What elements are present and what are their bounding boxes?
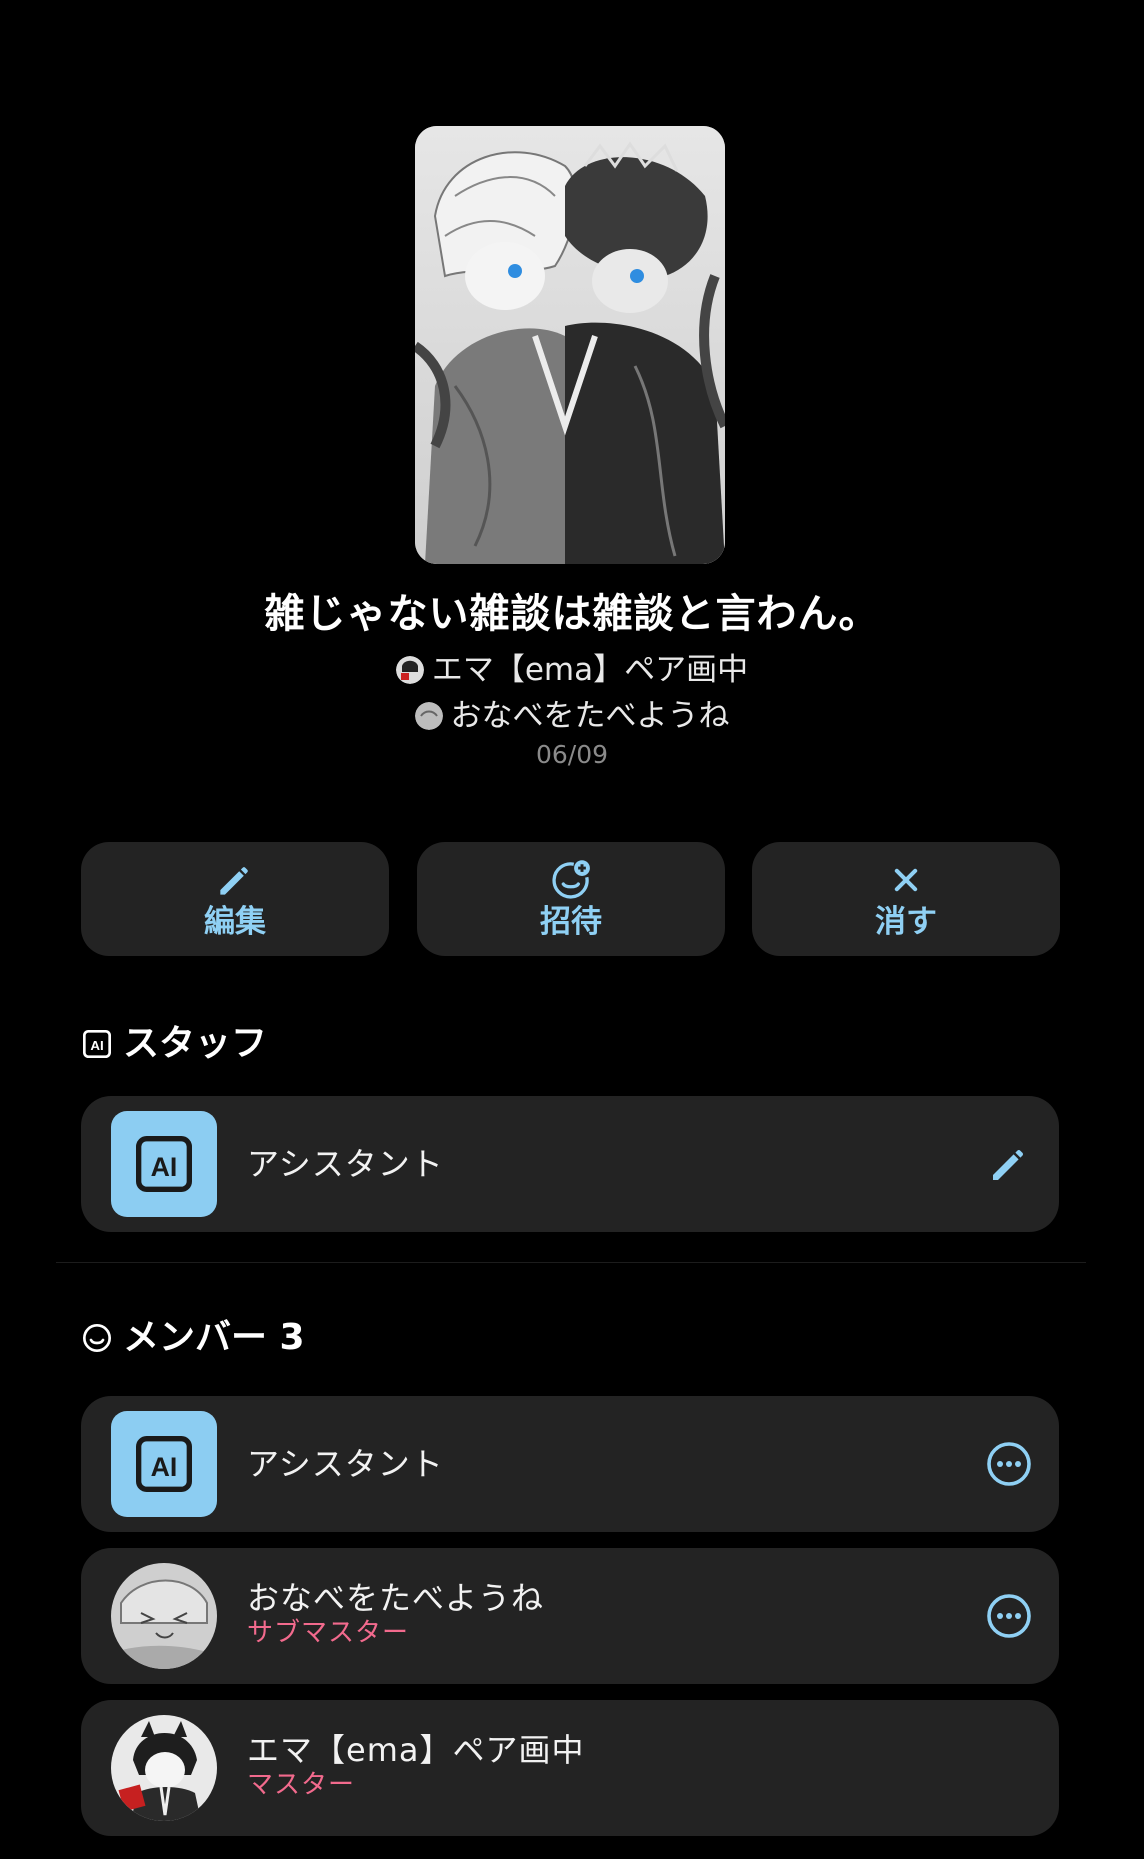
members-heading-label: メンバー 3 <box>123 1317 305 1358</box>
member-name: エマ【ema】ペア画中 <box>247 1731 585 1769</box>
staff-heading-label: スタッフ <box>123 1023 268 1064</box>
host-primary: エマ【ema】ペア画中 <box>0 650 1144 690</box>
member-role: マスター <box>247 1770 356 1800</box>
more-icon <box>987 1594 1031 1638</box>
member-name: アシスタント <box>247 1445 444 1483</box>
svg-text:AI: AI <box>151 1452 178 1482</box>
invite-button-label: 招待 <box>540 904 602 940</box>
section-divider <box>56 1262 1086 1263</box>
staff-section-heading: AI スタッフ <box>81 1022 267 1066</box>
host-primary-name: エマ【ema】ペア画中 <box>431 652 749 688</box>
staff-row-assistant[interactable]: AI アシスタント <box>81 1096 1059 1232</box>
pencil-icon <box>993 1150 1023 1180</box>
edit-staff-button[interactable] <box>985 1140 1033 1188</box>
host-primary-avatar <box>395 656 424 684</box>
close-icon <box>884 858 928 902</box>
add-user-icon <box>549 858 593 902</box>
member-more-button[interactable] <box>985 1440 1033 1488</box>
member-name: おなべをたべようね <box>247 1579 545 1617</box>
member-avatar <box>111 1715 217 1821</box>
edit-button-label: 編集 <box>204 904 266 940</box>
member-row[interactable]: エマ【ema】ペア画中 マスター <box>81 1700 1059 1836</box>
ai-icon: AI <box>136 1436 192 1492</box>
smiley-icon <box>81 1322 113 1354</box>
member-avatar <box>111 1563 217 1669</box>
svg-text:AI: AI <box>90 1038 103 1053</box>
members-section-heading: メンバー 3 <box>81 1316 305 1360</box>
room-cover-image <box>415 126 725 564</box>
svg-text:AI: AI <box>151 1152 178 1182</box>
staff-name: アシスタント <box>247 1145 444 1183</box>
invite-button[interactable]: 招待 <box>417 842 725 956</box>
room-title: 雑じゃない雑談は雑談と言わん。 <box>264 591 880 637</box>
ai-icon: AI <box>81 1028 113 1060</box>
more-icon <box>987 1442 1031 1486</box>
edit-button[interactable]: 編集 <box>81 842 389 956</box>
member-row[interactable]: AI アシスタント <box>81 1396 1059 1532</box>
member-row[interactable]: おなべをたべようね サブマスター <box>81 1548 1059 1684</box>
room-date: 06/09 <box>535 740 609 769</box>
delete-button-label: 消す <box>875 904 937 940</box>
host-secondary-avatar <box>414 702 443 730</box>
member-role: サブマスター <box>247 1618 410 1648</box>
delete-button[interactable]: 消す <box>752 842 1060 956</box>
ai-icon: AI <box>136 1136 192 1192</box>
ai-avatar: AI <box>111 1111 217 1217</box>
member-more-button[interactable] <box>985 1592 1033 1640</box>
pencil-icon <box>213 858 257 902</box>
host-secondary-name: おなべをたべようね <box>450 698 730 734</box>
ai-avatar: AI <box>111 1411 217 1517</box>
host-secondary: おなべをたべようね <box>0 696 1144 736</box>
